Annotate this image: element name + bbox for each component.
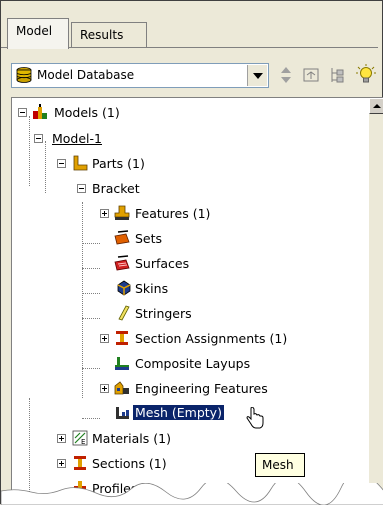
tree-item-label: Section Assignments (1)	[135, 331, 288, 346]
tree-item-label: Stringers	[135, 306, 192, 321]
stringers-icon	[118, 305, 130, 321]
mesh-icon	[116, 407, 129, 419]
tree-item-label: Surfaces	[135, 256, 190, 271]
section-assignments-icon	[116, 331, 128, 345]
tree-item-sections[interactable]: Sections (1)	[12, 453, 252, 475]
tree-collapse-icon[interactable]	[327, 63, 349, 87]
tree-item-model-1[interactable]: Model-1	[12, 128, 352, 150]
svg-text:E: E	[81, 438, 85, 446]
collapse-icon[interactable]	[18, 108, 27, 117]
expand-icon[interactable]	[57, 434, 66, 443]
tree-item-section-assignments[interactable]: Section Assignments (1)	[12, 328, 372, 350]
database-icon	[16, 67, 32, 83]
tree-item-label: Sections (1)	[92, 456, 167, 471]
collapse-icon[interactable]	[57, 159, 66, 168]
tree-item-label: Mesh (Empty)	[132, 404, 225, 421]
vertical-scrollbar[interactable]	[369, 98, 383, 505]
sets-icon	[114, 230, 130, 245]
tree-item-materials[interactable]: E Materials (1)	[12, 428, 252, 450]
torn-edge	[1, 483, 383, 505]
expand-icon[interactable]	[100, 384, 109, 393]
model-tree-panel: Model Results Model Database Models (1) …	[0, 0, 383, 505]
tab-results-label: Results	[80, 28, 124, 42]
tree-item-features[interactable]: Features (1)	[12, 203, 352, 225]
materials-icon: E	[72, 430, 88, 446]
tree-item-bracket[interactable]: Bracket	[12, 178, 352, 200]
up-down-arrows-icon[interactable]	[275, 63, 297, 87]
chevron-down-icon[interactable]	[247, 65, 267, 86]
tree-item-label: Materials (1)	[92, 431, 171, 446]
expand-icon[interactable]	[100, 209, 109, 218]
engineering-features-icon	[114, 381, 129, 395]
tree-item-stringers[interactable]: Stringers	[12, 303, 352, 325]
tooltip-text: Mesh	[262, 458, 294, 472]
tree-item-label: Engineering Features	[135, 381, 268, 396]
collapse-icon[interactable]	[34, 134, 43, 143]
tree-item-label: Model-1	[52, 131, 102, 146]
expand-icon[interactable]	[100, 334, 109, 343]
models-icon	[33, 104, 47, 119]
skins-icon	[117, 280, 131, 296]
tree-guide	[29, 116, 30, 186]
tab-results[interactable]: Results	[71, 22, 147, 48]
tree-item-label: Sets	[135, 231, 163, 246]
tree-item-skins[interactable]: Skins	[12, 278, 352, 300]
tab-model[interactable]: Model	[7, 18, 69, 49]
database-select-value: Model Database	[37, 68, 135, 82]
tree-item-label: Composite Layups	[135, 356, 251, 371]
sections-icon	[74, 456, 86, 470]
tree-item-sets[interactable]: Sets	[12, 228, 352, 250]
tree-item-label: Parts (1)	[92, 156, 145, 171]
composite-layups-icon	[115, 357, 129, 370]
tree-item-label: Features (1)	[135, 206, 211, 221]
tree-item-label: Bracket	[92, 181, 140, 196]
tree-item-composite-layups[interactable]: Composite Layups	[12, 353, 352, 375]
scroll-up-button[interactable]	[369, 98, 383, 114]
model-tree[interactable]: Models (1) Model-1 Parts (1) Bracket Fea…	[11, 97, 383, 505]
features-icon	[114, 205, 130, 220]
tree-item-surfaces[interactable]: Surfaces	[12, 253, 352, 275]
tree-item-models[interactable]: Models (1)	[12, 102, 352, 124]
parts-icon	[73, 155, 88, 171]
expand-icon[interactable]	[57, 459, 66, 468]
tree-item-engineering-features[interactable]: Engineering Features	[12, 378, 352, 400]
tooltip: Mesh	[255, 453, 305, 477]
tree-item-mesh[interactable]: Mesh (Empty)	[12, 403, 352, 429]
tab-model-label: Model	[16, 24, 53, 38]
tree-item-label: Skins	[135, 281, 169, 296]
surfaces-icon	[114, 255, 130, 271]
tree-item-parts[interactable]: Parts (1)	[12, 153, 352, 175]
tab-bar: Model Results	[7, 18, 377, 49]
expand-icon[interactable]	[300, 63, 322, 87]
database-select[interactable]: Model Database	[11, 63, 269, 88]
lightbulb-icon[interactable]	[355, 63, 377, 87]
collapse-icon[interactable]	[77, 184, 86, 193]
tree-item-label: Models (1)	[54, 105, 120, 120]
